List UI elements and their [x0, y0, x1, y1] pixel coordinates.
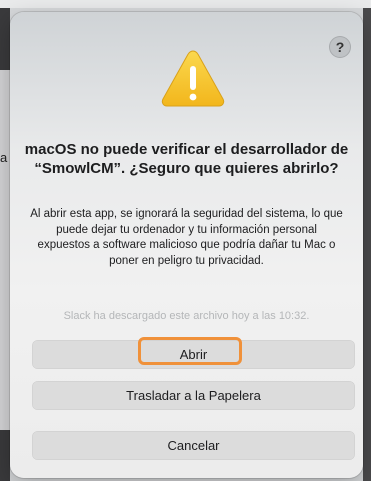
dialog-message: Al abrir esta app, se ignorará la seguri… — [30, 208, 343, 267]
download-source-note: Slack ha descargado este archivo hoy a l… — [63, 310, 310, 322]
warning-triangle-icon — [160, 48, 226, 108]
move-to-trash-button[interactable]: Trasladar a la Papelera — [32, 381, 355, 410]
cancel-button[interactable]: Cancelar — [32, 431, 355, 460]
help-button[interactable]: ? — [329, 36, 351, 58]
open-button-label: Abrir — [179, 347, 208, 362]
background-window-right — [363, 8, 371, 481]
background-window-panel — [0, 70, 10, 430]
open-button[interactable]: Abrir — [32, 337, 355, 369]
background-window-text: a — [0, 150, 8, 165]
security-alert-dialog: ? macOS no puede verificar el desarrolla… — [10, 12, 363, 478]
background-window-top — [0, 0, 371, 8]
dialog-title: macOS no puede verificar el desarrollado… — [24, 141, 349, 177]
